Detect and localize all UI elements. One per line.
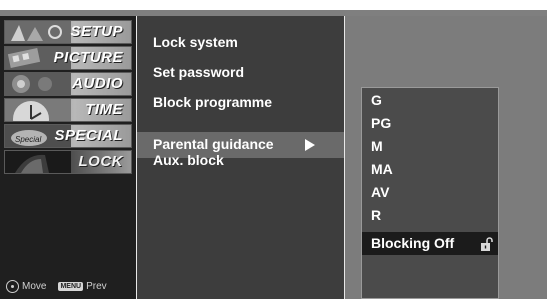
lock-submenu: Lock system Set password Block programme… bbox=[136, 16, 345, 299]
option-r[interactable]: R bbox=[371, 207, 381, 223]
main-menu-panel: SETUP PICTURE AUDIO TIME Special SPECIAL… bbox=[0, 16, 136, 299]
menu-tab-special[interactable]: Special SPECIAL bbox=[4, 124, 132, 148]
submenu-item-aux-block[interactable]: Aux. block bbox=[153, 152, 224, 168]
legend-move-label: Move bbox=[22, 280, 47, 292]
submenu-item-set-password[interactable]: Set password bbox=[153, 64, 244, 80]
option-ma[interactable]: MA bbox=[371, 161, 393, 177]
menu-tab-picture[interactable]: PICTURE bbox=[4, 46, 132, 70]
menu-tab-label: TIME bbox=[85, 101, 123, 118]
option-av[interactable]: AV bbox=[371, 184, 389, 200]
option-label: Blocking Off bbox=[371, 235, 455, 251]
time-icon bbox=[5, 99, 71, 121]
menu-tab-lock[interactable]: LOCK bbox=[4, 150, 132, 174]
submenu-item-label: Parental guidance bbox=[153, 136, 274, 152]
parental-options-list: G PG M MA AV R Blocking Off bbox=[361, 87, 499, 299]
menu-tab-label: LOCK bbox=[78, 153, 123, 170]
svg-text:Special: Special bbox=[15, 135, 41, 144]
arrow-right-icon bbox=[305, 139, 315, 151]
option-blocking-off[interactable]: Blocking Off bbox=[362, 232, 498, 255]
menu-tab-setup[interactable]: SETUP bbox=[4, 20, 132, 44]
menu-tab-label: SPECIAL bbox=[54, 127, 123, 144]
menu-tab-label: PICTURE bbox=[53, 49, 123, 66]
move-icon bbox=[6, 279, 19, 293]
submenu-item-lock-system[interactable]: Lock system bbox=[153, 34, 238, 50]
setup-icon bbox=[5, 21, 71, 43]
submenu-item-block-programme[interactable]: Block programme bbox=[153, 94, 272, 110]
option-g[interactable]: G bbox=[371, 92, 382, 108]
unlock-icon bbox=[481, 237, 493, 251]
tv-menu-screen: SETUP PICTURE AUDIO TIME Special SPECIAL… bbox=[0, 0, 547, 299]
key-legend: Move MENU Prev bbox=[6, 278, 107, 294]
option-pg[interactable]: PG bbox=[371, 115, 391, 131]
options-area: G PG M MA AV R Blocking Off bbox=[345, 16, 547, 299]
menu-tab-time[interactable]: TIME bbox=[4, 98, 132, 122]
menu-tab-audio[interactable]: AUDIO bbox=[4, 72, 132, 96]
audio-icon bbox=[5, 73, 71, 95]
menu-key-icon: MENU bbox=[58, 281, 84, 291]
menu-tab-label: SETUP bbox=[70, 23, 123, 40]
legend-prev-label: Prev bbox=[86, 280, 107, 292]
menu-tab-label: AUDIO bbox=[72, 75, 123, 92]
option-m[interactable]: M bbox=[371, 138, 383, 154]
lock-tab-icon bbox=[5, 151, 71, 173]
